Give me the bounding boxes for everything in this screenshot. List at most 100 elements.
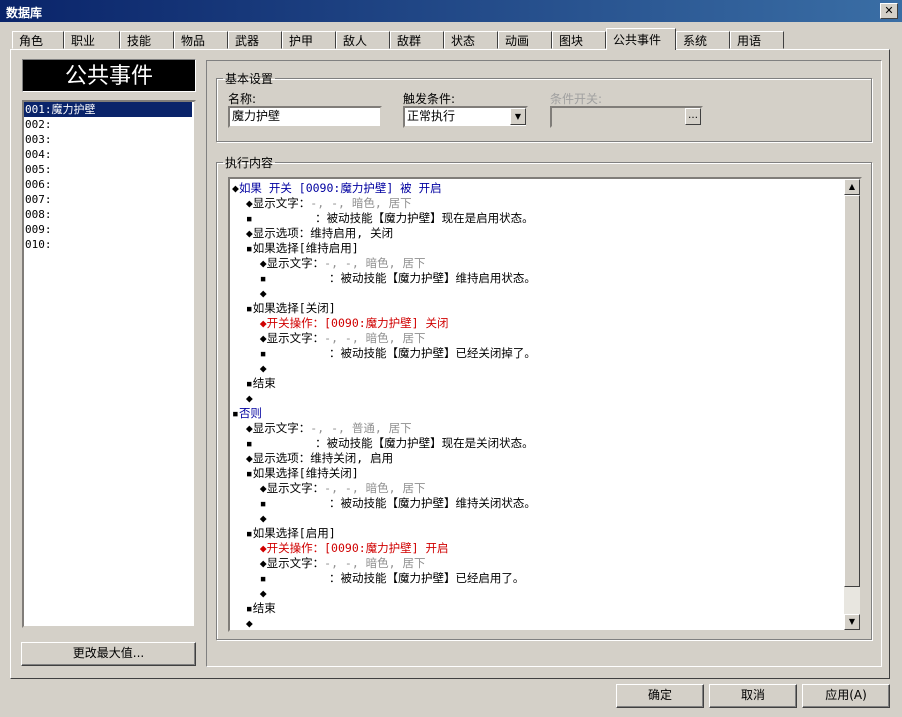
list-item[interactable]: 005: xyxy=(24,162,194,177)
trigger-label: 触发条件: xyxy=(403,92,456,106)
tab-7[interactable]: 敌群 xyxy=(390,31,444,49)
trigger-value: 正常执行 xyxy=(407,109,456,123)
command-text: ◆显示文字： xyxy=(259,331,325,345)
tab-10[interactable]: 图块 xyxy=(552,31,606,49)
command-line[interactable]: ◆ xyxy=(232,586,842,601)
tab-5[interactable]: 护甲 xyxy=(282,31,336,49)
command-line[interactable]: ▪结束 xyxy=(232,601,842,616)
command-line[interactable]: ◆如果 开关 [0090:魔力护壁] 被 开启 xyxy=(232,181,842,196)
command-line[interactable]: ▪ ：被动技能【魔力护壁】现在是关闭状态。 xyxy=(232,436,842,451)
tab-3[interactable]: 物品 xyxy=(174,31,228,49)
command-indent xyxy=(232,511,260,525)
tab-9[interactable]: 动画 xyxy=(498,31,552,49)
command-text: -, -, 暗色, 居下 xyxy=(324,331,426,345)
command-line[interactable]: ▪ ：被动技能【魔力护壁】已经启用了。 xyxy=(232,571,842,586)
command-indent xyxy=(232,331,260,345)
list-item[interactable]: 008: xyxy=(24,207,194,222)
command-indent xyxy=(232,481,260,495)
command-line[interactable]: ◆显示选项：维持关闭, 启用 xyxy=(232,451,842,466)
command-indent xyxy=(232,316,260,330)
event-command-list[interactable]: ◆如果 开关 [0090:魔力护壁] 被 开启 ◆显示文字：-, -, 暗色, … xyxy=(228,177,862,632)
arrow-down-icon[interactable]: ▼ xyxy=(844,614,860,630)
command-text: -, -, 暗色, 居下 xyxy=(324,481,426,495)
command-indent xyxy=(232,616,246,630)
list-item[interactable]: 004: xyxy=(24,147,194,162)
command-text: ◆ xyxy=(259,511,267,525)
close-icon[interactable]: ✕ xyxy=(880,3,898,19)
command-text: 如果 开关 [0090:魔力护壁] 被 开启 xyxy=(238,181,442,195)
list-item[interactable]: 010: xyxy=(24,237,194,252)
command-indent xyxy=(232,361,260,375)
command-line[interactable]: ◆显示文字：-, -, 暗色, 居下 xyxy=(232,481,842,496)
command-line[interactable]: ◆显示文字：-, -, 暗色, 居下 xyxy=(232,556,842,571)
command-text: ◆显示文字： xyxy=(259,556,325,570)
command-line[interactable]: ◆显示文字：-, -, 暗色, 居下 xyxy=(232,196,842,211)
command-line[interactable]: ◆开关操作：[0090:魔力护壁] 关闭 xyxy=(232,316,842,331)
command-line[interactable]: ▪ ：被动技能【魔力护壁】现在是启用状态。 xyxy=(232,211,842,226)
tab-6[interactable]: 敌人 xyxy=(336,31,390,49)
list-item[interactable]: 009: xyxy=(24,222,194,237)
command-text: ◆ xyxy=(232,181,239,195)
common-event-list[interactable]: 001:魔力护壁 002: 003: 004: 005: 006: 007: 008: 009:… xyxy=(22,100,196,628)
list-item[interactable]: 007: xyxy=(24,192,194,207)
command-line[interactable]: ▪如果选择[启用] xyxy=(232,526,842,541)
tab-2[interactable]: 技能 xyxy=(120,31,174,49)
arrow-up-icon[interactable]: ▲ xyxy=(844,179,860,195)
cancel-button[interactable]: 取消 xyxy=(709,684,797,708)
tab-13[interactable]: 用语 xyxy=(730,31,784,49)
chevron-down-icon[interactable]: ▼ xyxy=(510,108,526,125)
command-indent xyxy=(232,211,246,225)
command-line[interactable]: ◆ xyxy=(232,511,842,526)
command-line[interactable]: ▪ ：被动技能【魔力护壁】维持关闭状态。 xyxy=(232,496,842,511)
tab-11[interactable]: 公共事件 xyxy=(606,28,676,50)
switch-select: … xyxy=(550,106,703,128)
tab-8[interactable]: 状态 xyxy=(444,31,498,49)
command-text: ◆ xyxy=(245,391,253,405)
command-line[interactable]: ◆显示文字：-, -, 暗色, 居下 xyxy=(232,256,842,271)
tab-12[interactable]: 系统 xyxy=(676,31,730,49)
trigger-select[interactable]: 正常执行 ▼ xyxy=(403,106,528,128)
apply-button[interactable]: 应用(A) xyxy=(802,684,890,708)
window-titlebar: 数据库 ✕ xyxy=(0,0,902,22)
command-text: ▪结束 xyxy=(245,376,276,390)
list-item[interactable]: 002: xyxy=(24,117,194,132)
change-max-button[interactable]: 更改最大值... xyxy=(21,642,196,666)
command-line[interactable]: ▪ ：被动技能【魔力护壁】维持启用状态。 xyxy=(232,271,842,286)
tab-1[interactable]: 职业 xyxy=(64,31,120,49)
command-text: ◆显示文字： xyxy=(245,421,311,435)
command-indent xyxy=(232,376,246,390)
command-indent xyxy=(232,421,246,435)
command-indent xyxy=(232,436,246,450)
command-line[interactable]: ◆ xyxy=(232,361,842,376)
command-indent xyxy=(232,571,260,585)
tab-0[interactable]: 角色 xyxy=(12,31,64,49)
list-item[interactable]: 003: xyxy=(24,132,194,147)
command-text: -, -, 暗色, 居下 xyxy=(324,556,426,570)
command-text: ▪ ：被动技能【魔力护壁】现在是关闭状态。 xyxy=(245,436,534,450)
scroll-thumb[interactable] xyxy=(844,195,860,587)
list-item[interactable]: 001:魔力护壁 xyxy=(24,102,192,117)
command-line[interactable]: ▪如果选择[维持启用] xyxy=(232,241,842,256)
command-line[interactable]: ◆开关操作：[0090:魔力护壁] 开启 xyxy=(232,541,842,556)
command-text: ◆ xyxy=(259,361,267,375)
command-line[interactable]: ◆ xyxy=(232,286,842,301)
command-line[interactable]: ◆显示文字：-, -, 普通, 居下 xyxy=(232,421,842,436)
command-line[interactable]: ◆显示选项：维持启用, 关闭 xyxy=(232,226,842,241)
command-line[interactable]: ◆ xyxy=(232,391,842,406)
command-scrollbar[interactable]: ▲ ▼ xyxy=(844,179,860,630)
command-text: -, -, 暗色, 居下 xyxy=(324,256,426,270)
list-item[interactable]: 006: xyxy=(24,177,194,192)
command-line[interactable]: ▪ ：被动技能【魔力护壁】已经关闭掉了。 xyxy=(232,346,842,361)
name-input[interactable]: 魔力护壁 xyxy=(228,106,382,128)
command-line[interactable]: ▪如果选择[维持关闭] xyxy=(232,466,842,481)
command-line[interactable]: ◆ xyxy=(232,616,842,630)
command-line[interactable]: ▪结束 xyxy=(232,376,842,391)
tab-4[interactable]: 武器 xyxy=(228,31,282,49)
command-line[interactable]: ▪否则 xyxy=(232,406,842,421)
command-text: -, -, 普通, 居下 xyxy=(310,421,412,435)
command-line[interactable]: ◆显示文字：-, -, 暗色, 居下 xyxy=(232,331,842,346)
ok-button[interactable]: 确定 xyxy=(616,684,704,708)
command-text: ◆开关操作：[0090:魔力护壁] 开启 xyxy=(259,541,449,555)
command-line[interactable]: ▪如果选择[关闭] xyxy=(232,301,842,316)
command-indent xyxy=(232,541,260,555)
